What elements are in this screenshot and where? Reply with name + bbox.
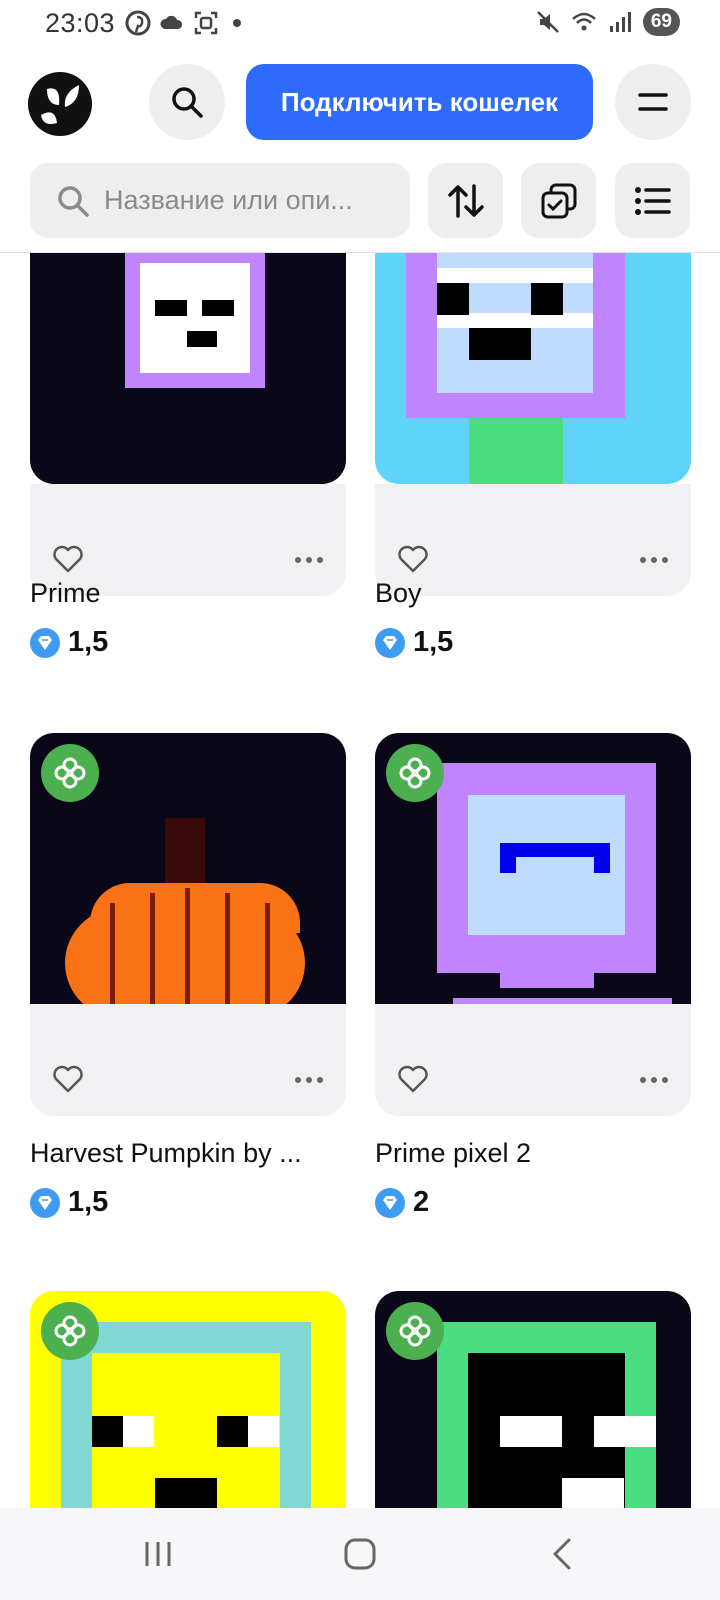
connect-wallet-button[interactable]: Подключить кошелек <box>246 64 593 140</box>
price-value: 1,5 <box>68 1186 109 1218</box>
ton-diamond-icon <box>375 1187 405 1218</box>
more-icon[interactable] <box>639 556 669 564</box>
nft-price: 1,5 <box>30 626 108 659</box>
heart-icon[interactable] <box>397 544 429 574</box>
heart-icon[interactable] <box>397 1064 429 1094</box>
card-actions <box>30 1004 346 1116</box>
app-header: Подключить кошелек <box>0 62 720 142</box>
nft-price: 1,5 <box>30 1186 108 1219</box>
verified-badge <box>41 1302 99 1360</box>
back-button[interactable] <box>537 1532 587 1576</box>
nft-name: Prime pixel 2 <box>375 1138 532 1168</box>
more-icon[interactable] <box>639 1076 669 1084</box>
home-button[interactable] <box>335 1532 385 1576</box>
recent-apps-icon <box>145 1542 171 1566</box>
status-bar: 23:03 69 <box>0 0 720 48</box>
ton-diamond-icon <box>30 627 60 658</box>
notification-dot <box>233 19 241 27</box>
card-actions <box>375 484 691 596</box>
clover-icon <box>54 1315 86 1347</box>
more-icon[interactable] <box>294 1076 324 1084</box>
ton-diamond-icon <box>30 1187 60 1218</box>
price-value: 1,5 <box>413 626 454 658</box>
price-value: 2 <box>413 1186 430 1218</box>
nft-name: Boy <box>375 578 422 608</box>
nft-price: 2 <box>375 1186 429 1219</box>
price-value: 1,5 <box>68 626 109 658</box>
nft-name: Harvest Pumpkin by ... <box>30 1138 302 1168</box>
search-icon <box>172 87 203 118</box>
verified-badge <box>386 744 444 802</box>
battery-level: 69 <box>642 8 680 36</box>
home-icon <box>344 1538 376 1570</box>
search-button[interactable] <box>149 64 225 140</box>
clover-icon <box>399 1315 431 1347</box>
nft-image[interactable] <box>375 253 691 484</box>
wifi-icon <box>572 12 596 31</box>
status-time: 23:03 <box>45 8 116 38</box>
search-placeholder: Название или опи... <box>104 185 353 215</box>
nft-image[interactable] <box>375 1291 691 1508</box>
nft-image[interactable] <box>30 1291 346 1508</box>
verified-badge <box>41 744 99 802</box>
verified-badge <box>386 1302 444 1360</box>
nft-name: Prime <box>30 578 101 608</box>
clover-icon <box>54 757 86 789</box>
filter-bar: Название или опи... <box>0 163 720 239</box>
search-input[interactable]: Название или опи... <box>30 163 410 238</box>
sort-button[interactable] <box>428 163 503 238</box>
nft-image[interactable] <box>375 733 691 1049</box>
pinterest-icon <box>125 10 151 36</box>
nft-image[interactable] <box>30 733 346 1049</box>
nft-price: 1,5 <box>375 626 453 659</box>
nft-grid: Prime 1,5 Boy 1,5 Harvest Pumpkin by ...… <box>0 253 720 1508</box>
select-check-icon <box>541 183 576 218</box>
cloud-icon <box>160 15 183 29</box>
sort-arrows-icon <box>447 183 484 218</box>
system-nav-bar <box>0 1508 720 1600</box>
search-icon <box>58 185 89 217</box>
heart-icon[interactable] <box>52 1064 84 1094</box>
menu-button[interactable] <box>615 64 691 140</box>
list-icon <box>634 186 671 215</box>
select-mode-button[interactable] <box>521 163 596 238</box>
list-view-button[interactable] <box>615 163 690 238</box>
ton-diamond-icon <box>375 627 405 658</box>
menu-icon <box>638 93 668 111</box>
clover-icon <box>399 757 431 789</box>
more-icon[interactable] <box>294 556 324 564</box>
card-actions <box>375 1004 691 1116</box>
mute-icon <box>536 11 559 33</box>
recent-apps-button[interactable] <box>133 1532 183 1576</box>
heart-icon[interactable] <box>52 544 84 574</box>
nft-image[interactable] <box>30 253 346 484</box>
screenshot-icon <box>194 11 218 35</box>
signal-icon <box>609 12 631 32</box>
getgems-logo[interactable] <box>27 71 93 137</box>
back-icon <box>553 1538 571 1570</box>
